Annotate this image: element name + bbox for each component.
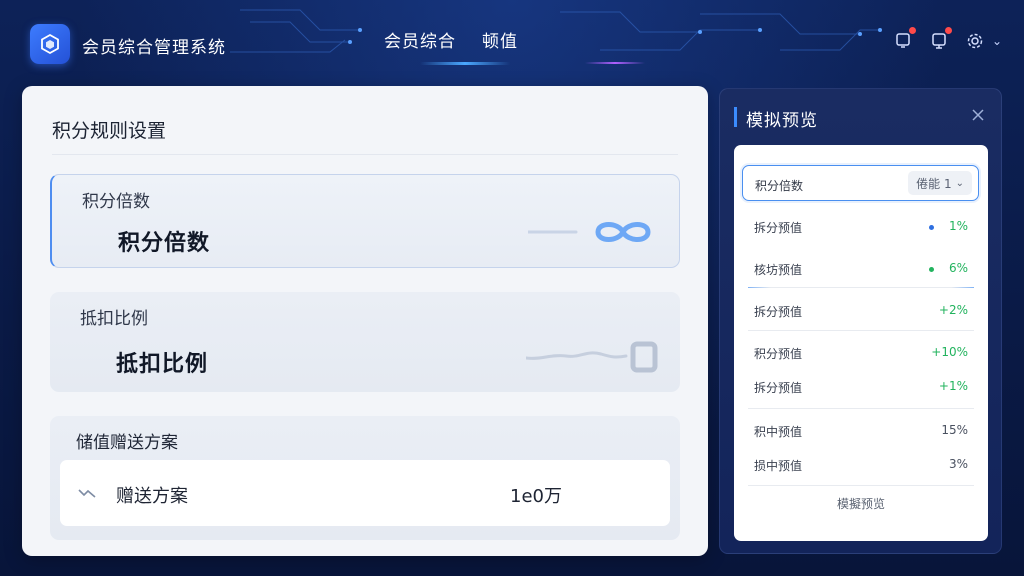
gift-plan-label: 赠送方案: [116, 486, 188, 507]
title-accent-bar: [734, 107, 737, 127]
message-badge: [944, 27, 952, 34]
preview-row: 核坊预值 6%: [754, 259, 968, 279]
notification-badge: [908, 27, 916, 34]
points-multiplier-card[interactable]: 积分倍数 积分倍数: [50, 174, 680, 268]
row-value: +2%: [938, 303, 968, 317]
nav-active-indicator: [420, 62, 510, 65]
nav-glow-line: [585, 62, 645, 64]
divider: [748, 485, 974, 486]
row-label: 拆分预值: [754, 221, 803, 235]
wave-decoration-icon: [526, 341, 658, 373]
app-header: 会员综合管理系统 会员综合 顿值 ⌄: [0, 0, 1024, 80]
row-value: 6%: [948, 261, 968, 275]
card-value: 积分倍数: [118, 231, 211, 256]
cube-logo-icon[interactable]: [30, 24, 70, 64]
row-label: 拆分预值: [754, 381, 803, 395]
section-title: 储值赠送方案: [76, 433, 178, 453]
row-value: 3%: [948, 457, 968, 471]
row-value: 15%: [941, 423, 968, 437]
close-icon[interactable]: [969, 106, 987, 124]
preview-row: 积分预值 +10%: [754, 343, 968, 363]
row-label: 积分预值: [754, 347, 803, 361]
preview-row: 积中预值 15%: [754, 421, 968, 441]
divider: [52, 154, 678, 155]
row-value: +10%: [931, 345, 968, 359]
select-value[interactable]: 倦能 1 ⌄: [908, 171, 972, 195]
top-nav: 会员综合 顿值: [384, 27, 518, 52]
card-label: 积分倍数: [82, 192, 150, 212]
row-value: 1%: [948, 219, 968, 233]
row-label: 损中预值: [754, 459, 803, 473]
row-label: 核坊预值: [754, 263, 803, 277]
trend-icon: [78, 489, 96, 498]
select-value-text: 倦能 1: [916, 176, 952, 191]
divider: [748, 287, 974, 288]
app-title: 会员综合管理系统: [82, 38, 226, 58]
stored-value-gift-card: 储值赠送方案 赠送方案 1e0万: [50, 416, 680, 540]
simulation-preview-panel: 模拟预览 积分倍数 倦能 1 ⌄ 拆分预值 1% 核坊预值 6% 拆分预值 +2…: [719, 88, 1002, 554]
row-value: +1%: [938, 379, 968, 393]
infinity-decoration-icon: [528, 222, 651, 242]
card-value: 抵扣比例: [116, 352, 209, 377]
preview-row: 损中预值 3%: [754, 455, 968, 475]
chevron-down-icon: ⌄: [955, 177, 964, 189]
row-label: 积中预值: [754, 425, 803, 439]
gift-plan-value: 1e0万: [510, 486, 562, 507]
multiplier-select[interactable]: 积分倍数 倦能 1 ⌄: [742, 165, 979, 201]
status-dot: [929, 267, 934, 272]
deduction-ratio-card[interactable]: 抵扣比例 抵扣比例: [50, 292, 680, 392]
gift-plan-row[interactable]: 赠送方案 1e0万: [60, 460, 670, 526]
preview-row: 拆分预值 +1%: [754, 377, 968, 397]
panel-title: 模拟预览: [746, 111, 818, 131]
preview-button[interactable]: 模擬预览: [734, 495, 988, 512]
preview-row: 拆分预值 1%: [754, 217, 968, 237]
gear-icon[interactable]: [964, 30, 986, 52]
preview-content: 积分倍数 倦能 1 ⌄ 拆分预值 1% 核坊预值 6% 拆分预值 +2% 积分预…: [734, 145, 988, 541]
status-dot: [929, 225, 934, 230]
divider: [748, 408, 974, 409]
points-rules-panel: 积分规则设置 积分倍数 积分倍数 抵扣比例 抵扣比例 储值赠送方案 赠送方案 1…: [22, 86, 708, 556]
chevron-down-icon[interactable]: ⌄: [992, 34, 1002, 48]
divider: [748, 330, 974, 331]
bell-icon[interactable]: [892, 27, 916, 52]
card-label: 抵扣比例: [80, 309, 148, 329]
header-actions: ⌄: [892, 27, 1002, 52]
panel-title: 积分规则设置: [52, 120, 167, 142]
nav-item-threshold[interactable]: 顿值: [482, 27, 518, 52]
nav-item-member[interactable]: 会员综合: [384, 27, 456, 52]
message-icon[interactable]: [928, 27, 952, 52]
row-label: 拆分预值: [754, 305, 803, 319]
preview-row: 拆分预值 +2%: [754, 301, 968, 321]
select-label: 积分倍数: [755, 179, 804, 193]
